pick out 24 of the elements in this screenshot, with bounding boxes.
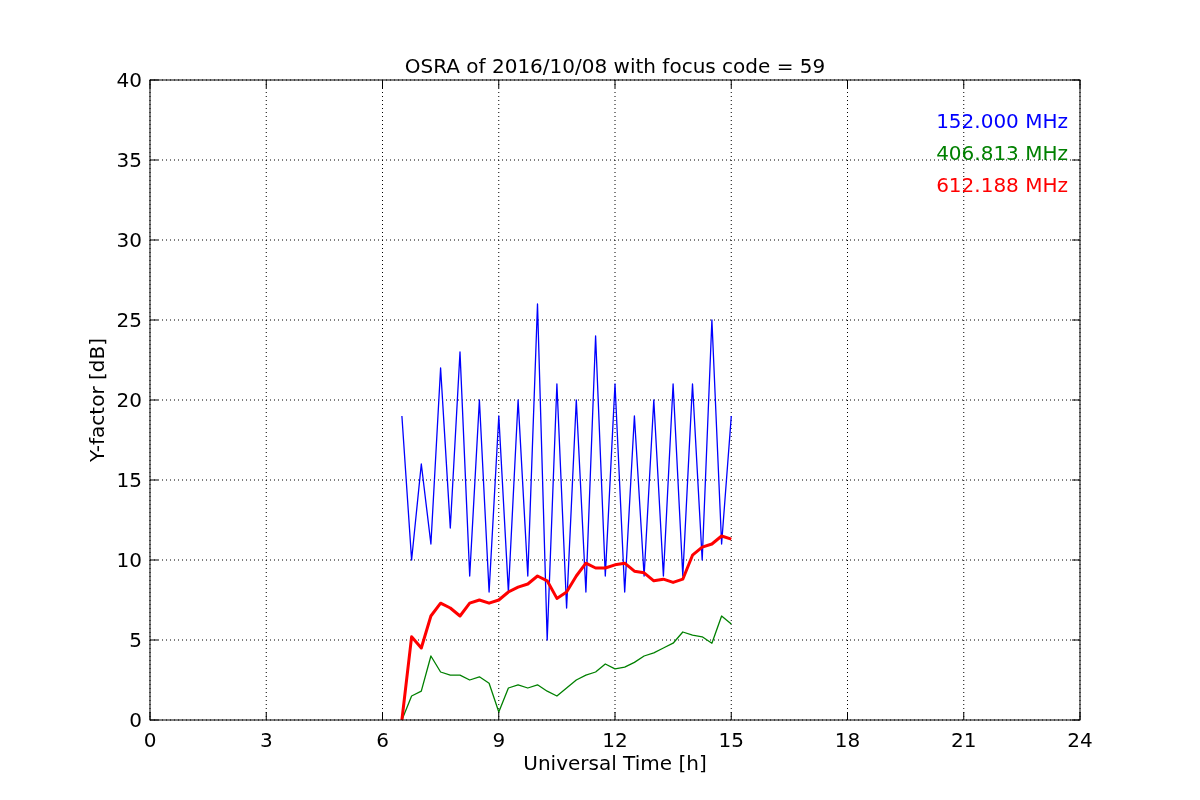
x-tick-label: 3 bbox=[259, 728, 273, 752]
y-tick-label: 30 bbox=[116, 228, 142, 252]
y-tick-label: 5 bbox=[129, 628, 142, 652]
y-tick-label: 35 bbox=[116, 148, 142, 172]
x-tick-label: 0 bbox=[143, 728, 157, 752]
y-tick-label: 40 bbox=[116, 68, 142, 92]
x-tick-label: 12 bbox=[602, 728, 628, 752]
x-tick-label: 15 bbox=[718, 728, 744, 752]
legend-label: 152.000 MHz bbox=[936, 109, 1068, 133]
legend-label: 406.813 MHz bbox=[936, 141, 1068, 165]
legend-label: 612.188 MHz bbox=[936, 173, 1068, 197]
x-tick-label: 9 bbox=[492, 728, 506, 752]
chart-title: OSRA of 2016/10/08 with focus code = 59 bbox=[404, 54, 826, 78]
x-tick-label: 24 bbox=[1067, 728, 1093, 752]
y-tick-label: 25 bbox=[116, 308, 142, 332]
y-tick-label: 10 bbox=[116, 548, 142, 572]
y-tick-label: 20 bbox=[116, 388, 142, 412]
x-tick-label: 18 bbox=[834, 728, 861, 752]
y-tick-label: 15 bbox=[116, 468, 142, 492]
x-tick-label: 6 bbox=[376, 728, 389, 752]
y-tick-label: 0 bbox=[129, 708, 142, 732]
x-axis-label: Universal Time [h] bbox=[523, 751, 707, 775]
x-tick-label: 21 bbox=[951, 728, 977, 752]
y-axis-label: Y-factor [dB] bbox=[85, 338, 109, 462]
